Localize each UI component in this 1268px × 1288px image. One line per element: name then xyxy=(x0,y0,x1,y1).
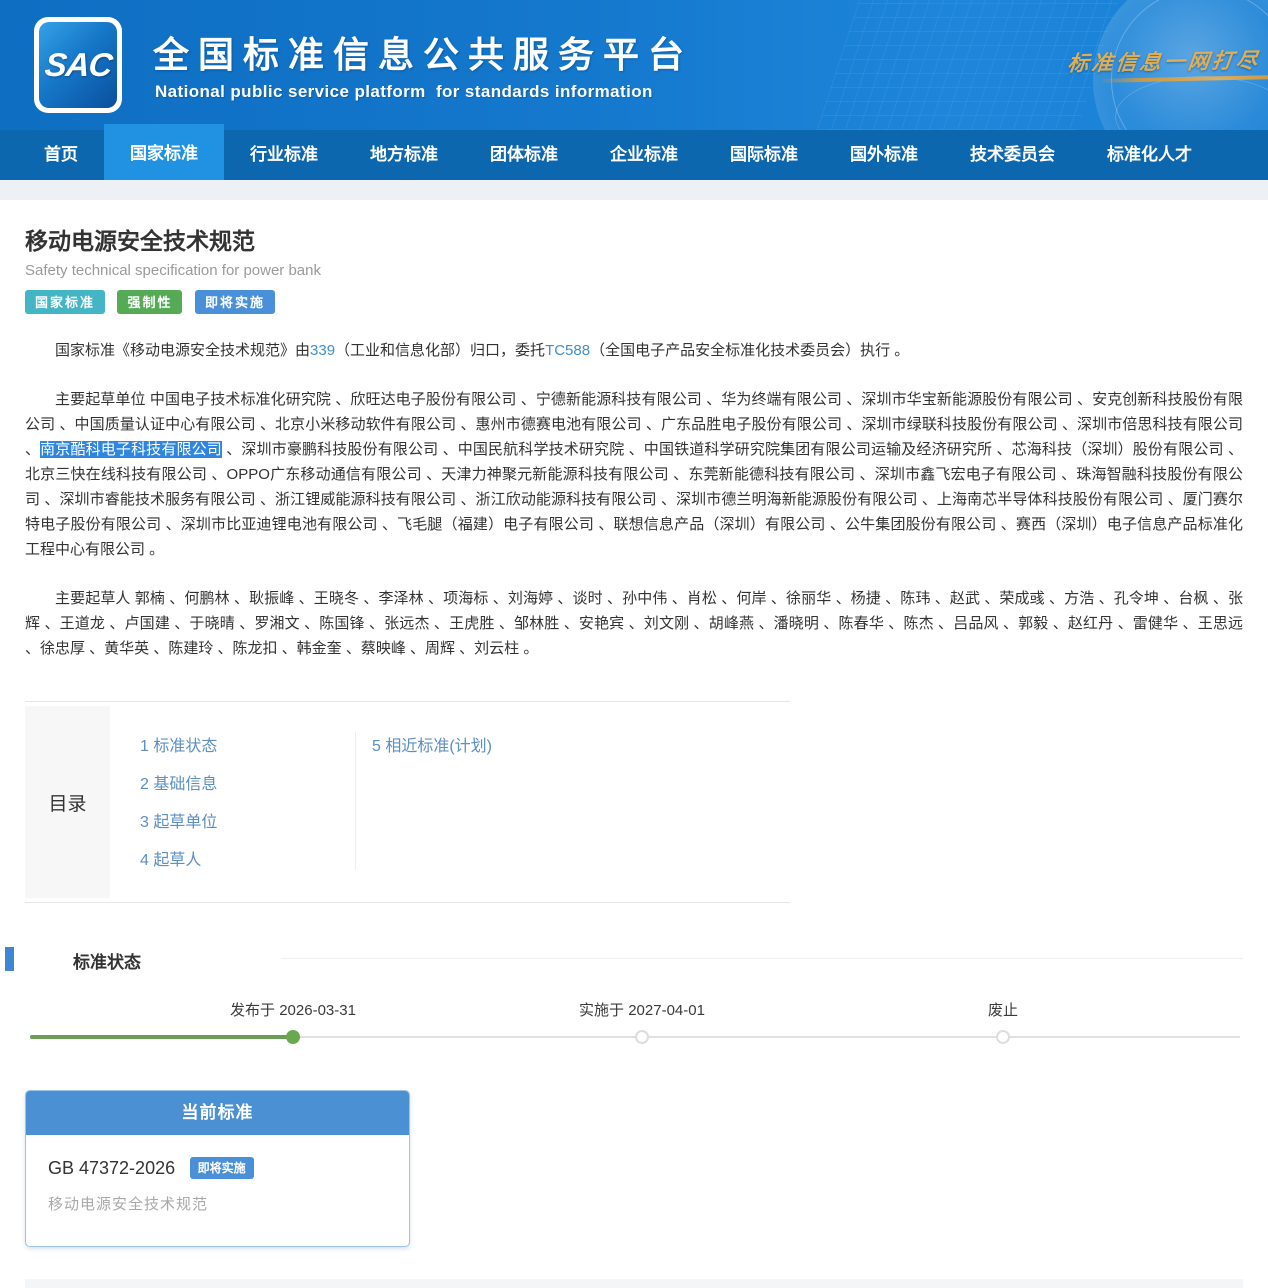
table-of-contents: 目录 1 标准状态 2 基础信息 3 起草单位 4 起草人 5 相近标准(计划) xyxy=(25,701,790,903)
main-content: 移动电源安全技术规范 Safety technical specificatio… xyxy=(0,222,1268,1288)
status-section-title: 标准状态 xyxy=(73,948,141,973)
site-title: 全国标准信息公共服务平台 xyxy=(153,26,693,78)
nav-item-home[interactable]: 首页 xyxy=(18,130,104,180)
timeline-node-abolished xyxy=(996,1030,1010,1044)
timeline-node-published xyxy=(286,1030,300,1044)
highlighted-company: 南京酷科电子科技有限公司 xyxy=(40,441,222,458)
link-tc588[interactable]: TC588 xyxy=(545,342,590,359)
toc-label: 目录 xyxy=(25,706,110,898)
footer-strip xyxy=(25,1279,1243,1288)
nav-item-industry-standards[interactable]: 行业标准 xyxy=(224,130,344,180)
link-339[interactable]: 339 xyxy=(310,342,335,359)
page-title: 移动电源安全技术规范 xyxy=(25,222,1243,256)
drafters-names: 郭楠 、何鹏林 、耿振峰 、王晓冬 、李泽林 、项海标 、刘海婷 、谈时 、孙中… xyxy=(25,590,1243,657)
badge-upcoming: 即将实施 xyxy=(195,290,275,314)
site-subtitle-en: National public service platform for sta… xyxy=(155,82,653,102)
card-badge-upcoming: 即将实施 xyxy=(190,1157,254,1179)
status-section-header: 标准状态 xyxy=(25,945,1243,973)
drafters-paragraph: 主要起草人 郭楠 、何鹏林 、耿振峰 、王晓冬 、李泽林 、项海标 、刘海婷 、… xyxy=(25,586,1243,661)
site-header: SAC 全国标准信息公共服务平台 National public service… xyxy=(0,0,1268,130)
main-nav: 首页 国家标准 行业标准 地方标准 团体标准 企业标准 国际标准 国外标准 技术… xyxy=(0,130,1268,180)
toc-link-basic-info[interactable]: 2 基础信息 xyxy=(140,770,355,794)
timeline-label-implemented: 实施于 2027-04-01 xyxy=(579,999,705,1020)
timeline-progress xyxy=(30,1035,293,1039)
timeline-label-published: 发布于 2026-03-31 xyxy=(230,999,356,1020)
current-standard-card-body: GB 47372-2026 即将实施 移动电源安全技术规范 xyxy=(26,1135,409,1246)
nav-item-national-standards[interactable]: 国家标准 xyxy=(104,124,224,180)
toc-link-standard-status[interactable]: 1 标准状态 xyxy=(140,732,355,756)
nav-item-local-standards[interactable]: 地方标准 xyxy=(344,130,464,180)
toc-links: 1 标准状态 2 基础信息 3 起草单位 4 起草人 5 相近标准(计划) xyxy=(110,706,790,898)
status-timeline: 发布于 2026-03-31 实施于 2027-04-01 废止 xyxy=(25,999,1243,1057)
sac-logo-text: SAC xyxy=(43,46,114,84)
toc-column-1: 1 标准状态 2 基础信息 3 起草单位 4 起草人 xyxy=(140,732,355,870)
page-title-en: Safety technical specification for power… xyxy=(25,262,1243,279)
standard-name: 移动电源安全技术规范 xyxy=(48,1193,387,1214)
intro-text-1: 国家标准《移动电源安全技术规范》由 xyxy=(55,342,310,359)
nav-item-group-standards[interactable]: 团体标准 xyxy=(464,130,584,180)
current-standard-card-header: 当前标准 xyxy=(26,1091,409,1135)
sac-logo-inner: SAC xyxy=(39,22,117,108)
nav-item-enterprise-standards[interactable]: 企业标准 xyxy=(584,130,704,180)
intro-text-3: （全国电子产品安全标准化技术委员会）执行 。 xyxy=(590,342,909,359)
header-slogan: 标准信息一网打尽 xyxy=(1066,44,1262,77)
section-marker-icon xyxy=(5,947,14,971)
drafting-units-lead: 主要起草单位 xyxy=(55,391,150,408)
drafting-units-after: 、深圳市豪鹏科技股份有限公司 、中国民航科学技术研究院 、中国铁道科学研究院集团… xyxy=(25,441,1243,558)
badge-mandatory: 强制性 xyxy=(117,290,182,314)
timeline-node-implemented xyxy=(635,1030,649,1044)
toc-link-drafting-units[interactable]: 3 起草单位 xyxy=(140,808,355,832)
nav-item-technical-committees[interactable]: 技术委员会 xyxy=(944,130,1081,180)
intro-paragraph: 国家标准《移动电源安全技术规范》由339（工业和信息化部）归口，委托TC588（… xyxy=(25,338,1243,363)
current-standard-card: 当前标准 GB 47372-2026 即将实施 移动电源安全技术规范 xyxy=(25,1090,410,1247)
current-standard-code-row: GB 47372-2026 即将实施 xyxy=(48,1157,387,1179)
badge-national-standard: 国家标准 xyxy=(25,290,105,314)
drafting-units-paragraph: 主要起草单位 中国电子技术标准化研究院 、欣旺达电子股份有限公司 、宁德新能源科… xyxy=(25,387,1243,562)
toc-link-similar-standards[interactable]: 5 相近标准(计划) xyxy=(372,732,492,756)
toc-column-2: 5 相近标准(计划) xyxy=(355,732,492,870)
intro-text-2: （工业和信息化部）归口，委托 xyxy=(335,342,545,359)
timeline-label-abolished: 废止 xyxy=(988,999,1018,1020)
badge-row: 国家标准 强制性 即将实施 xyxy=(25,290,1243,314)
standard-code: GB 47372-2026 xyxy=(48,1158,175,1178)
drafters-lead: 主要起草人 xyxy=(55,590,135,607)
sac-logo[interactable]: SAC xyxy=(34,17,122,113)
nav-item-foreign-standards[interactable]: 国外标准 xyxy=(824,130,944,180)
nav-separator xyxy=(0,180,1268,200)
nav-item-international-standards[interactable]: 国际标准 xyxy=(704,130,824,180)
section-rule xyxy=(281,958,1243,959)
nav-item-standardization-talent[interactable]: 标准化人才 xyxy=(1081,130,1218,180)
toc-link-drafters[interactable]: 4 起草人 xyxy=(140,846,355,870)
